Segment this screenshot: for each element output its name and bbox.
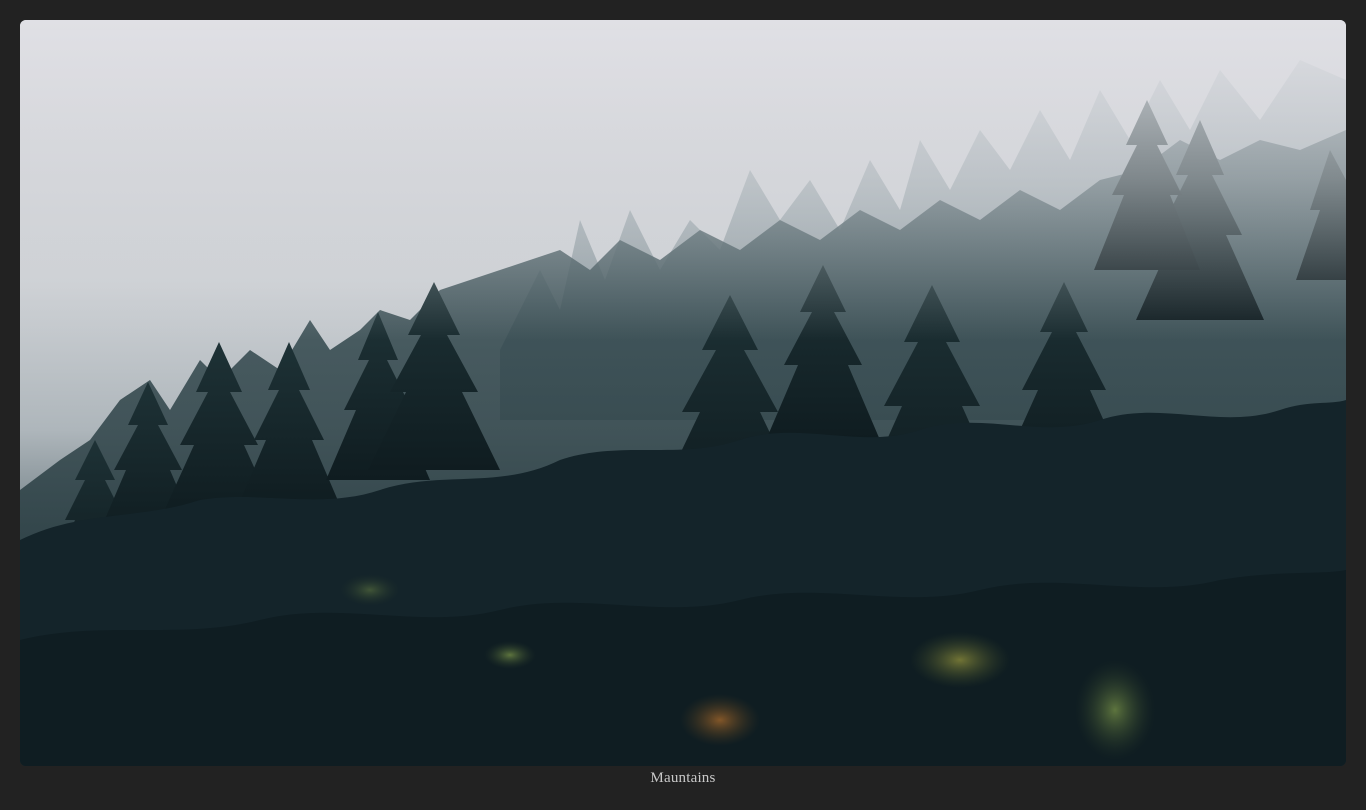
photo[interactable] [20, 20, 1346, 766]
image-viewer: Mauntains [0, 0, 1366, 810]
misty-forest-photo [20, 20, 1346, 766]
image-caption: Mauntains [650, 770, 716, 786]
